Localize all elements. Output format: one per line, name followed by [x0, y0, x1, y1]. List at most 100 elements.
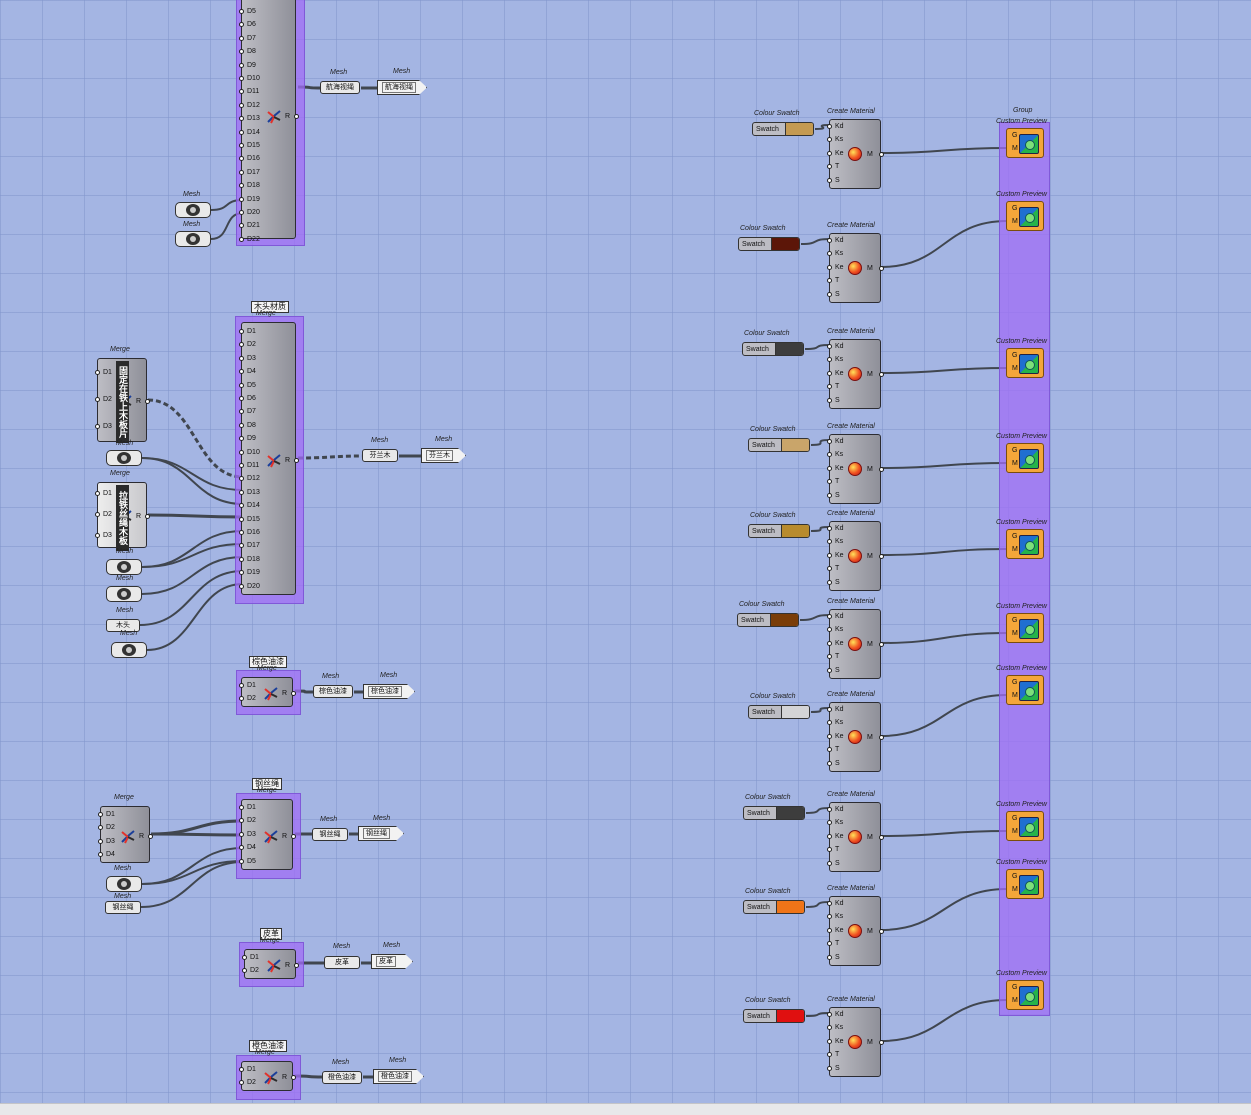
input-grip[interactable]: [239, 818, 244, 824]
input-grip[interactable]: [827, 760, 832, 766]
input-grip[interactable]: [827, 807, 832, 812]
input-grip[interactable]: [827, 833, 832, 839]
output-grip[interactable]: [879, 1040, 884, 1045]
input-grip[interactable]: [239, 1067, 244, 1072]
input-grip[interactable]: [827, 667, 832, 673]
input-grip[interactable]: [827, 439, 832, 444]
input-grip[interactable]: [239, 382, 244, 388]
input-grip[interactable]: [827, 654, 832, 660]
input-grip[interactable]: [239, 129, 244, 135]
input-grip[interactable]: [239, 89, 244, 95]
input-grip[interactable]: [98, 852, 103, 858]
input-grip[interactable]: [827, 357, 832, 363]
input-grip[interactable]: [98, 812, 103, 817]
swatch-color[interactable]: [770, 614, 798, 626]
mesh-parameter-wood-a[interactable]: [106, 450, 142, 466]
output-grip[interactable]: [879, 554, 884, 559]
input-grip[interactable]: [827, 452, 832, 458]
colour-swatch-5[interactable]: Swatch: [748, 524, 810, 538]
custom-preview-10[interactable]: GM: [1006, 980, 1044, 1010]
output-grip[interactable]: [294, 113, 299, 119]
custom-preview-6[interactable]: GM: [1006, 613, 1044, 643]
input-grip[interactable]: [95, 491, 100, 496]
merge-component-wire-sub[interactable]: D1 D2 D3 D4 R: [98, 806, 153, 863]
custom-preview-9[interactable]: GM: [1006, 869, 1044, 899]
input-grip[interactable]: [239, 489, 244, 495]
merge-component-fixed-boards[interactable]: D1 D2 D3 R 固定在铁上木板片: [95, 358, 150, 443]
input-grip[interactable]: [827, 614, 832, 619]
input-grip[interactable]: [827, 720, 832, 726]
mesh-output-param[interactable]: 航海视绳: [320, 81, 360, 94]
create-material-9[interactable]: Kd Ks Ke T S M: [827, 896, 884, 966]
swatch-color[interactable]: [776, 807, 804, 819]
input-grip[interactable]: [827, 1065, 832, 1071]
input-grip[interactable]: [827, 1012, 832, 1017]
input-grip[interactable]: [239, 570, 244, 576]
input-grip[interactable]: [827, 860, 832, 866]
input-grip[interactable]: [239, 169, 244, 175]
mesh-parameter-wood-d[interactable]: [111, 642, 147, 658]
input-grip[interactable]: [827, 566, 832, 572]
output-grip[interactable]: [879, 152, 884, 157]
input-grip[interactable]: [239, 62, 244, 68]
create-material-8[interactable]: Kd Ks Ke T S M: [827, 802, 884, 872]
output-grip[interactable]: [879, 372, 884, 377]
colour-swatch-2[interactable]: Swatch: [738, 237, 800, 251]
custom-preview-3[interactable]: GM: [1006, 348, 1044, 378]
input-grip[interactable]: [827, 344, 832, 349]
input-grip[interactable]: [827, 291, 832, 297]
input-grip[interactable]: [239, 49, 244, 55]
input-grip[interactable]: [239, 583, 244, 589]
mesh-output-param[interactable]: 棕色油漆: [313, 685, 353, 698]
output-grip[interactable]: [879, 266, 884, 271]
swatch-color[interactable]: [776, 1010, 804, 1022]
merge-component-wood[interactable]: D1 D2 D3 D4 D5 D6 D7 D8 D9 D10 D11 D12 D13 D14 D15 D16 D…: [239, 322, 299, 595]
grasshopper-canvas[interactable]: D5 D6 D7 D8 D9 D10 D11 D12 D13 D14 D15 D16 D17 D18 D19…: [0, 0, 1251, 1115]
input-grip[interactable]: [827, 914, 832, 920]
output-panel-brown[interactable]: 棕色油漆: [363, 684, 415, 699]
output-grip[interactable]: [294, 457, 299, 463]
input-grip[interactable]: [242, 968, 247, 973]
colour-swatch-8[interactable]: Swatch: [743, 806, 805, 820]
output-grip[interactable]: [879, 467, 884, 472]
input-grip[interactable]: [239, 342, 244, 348]
custom-preview-1[interactable]: GM: [1006, 128, 1044, 158]
input-grip[interactable]: [239, 503, 244, 509]
input-grip[interactable]: [827, 707, 832, 712]
input-grip[interactable]: [827, 150, 832, 156]
output-panel-orange[interactable]: 橙色油漆: [373, 1069, 424, 1084]
mesh-parameter-a[interactable]: [175, 202, 211, 218]
input-grip[interactable]: [827, 552, 832, 558]
output-grip[interactable]: [148, 833, 153, 839]
input-grip[interactable]: [239, 116, 244, 122]
create-material-7[interactable]: Kd Ks Ke T S M: [827, 702, 884, 772]
input-grip[interactable]: [239, 683, 244, 688]
mesh-output-param[interactable]: 芬兰木: [362, 449, 398, 462]
input-grip[interactable]: [239, 369, 244, 375]
input-grip[interactable]: [827, 847, 832, 853]
input-grip[interactable]: [827, 820, 832, 826]
input-grip[interactable]: [239, 156, 244, 162]
output-panel-wire[interactable]: 钢丝绳: [358, 826, 404, 841]
input-grip[interactable]: [239, 449, 244, 455]
input-grip[interactable]: [95, 397, 100, 402]
output-grip[interactable]: [145, 514, 150, 519]
input-grip[interactable]: [239, 223, 244, 229]
input-grip[interactable]: [239, 236, 244, 242]
mesh-output-param[interactable]: 橙色油漆: [322, 1071, 362, 1084]
input-grip[interactable]: [827, 278, 832, 284]
input-grip[interactable]: [239, 805, 244, 810]
mesh-output-param[interactable]: 钢丝绳: [312, 828, 348, 841]
mesh-parameter-wood-c[interactable]: [106, 586, 142, 602]
input-grip[interactable]: [239, 858, 244, 864]
output-panel-rigging[interactable]: 航海视绳: [377, 80, 427, 95]
input-grip[interactable]: [827, 1038, 832, 1044]
output-grip[interactable]: [291, 1075, 296, 1080]
mesh-output-param[interactable]: 皮革: [324, 956, 360, 969]
input-grip[interactable]: [239, 183, 244, 189]
input-grip[interactable]: [239, 396, 244, 401]
mesh-parameter-wood-b[interactable]: [106, 559, 142, 575]
swatch-color[interactable]: [781, 439, 809, 451]
input-grip[interactable]: [239, 543, 244, 549]
input-grip[interactable]: [827, 539, 832, 545]
